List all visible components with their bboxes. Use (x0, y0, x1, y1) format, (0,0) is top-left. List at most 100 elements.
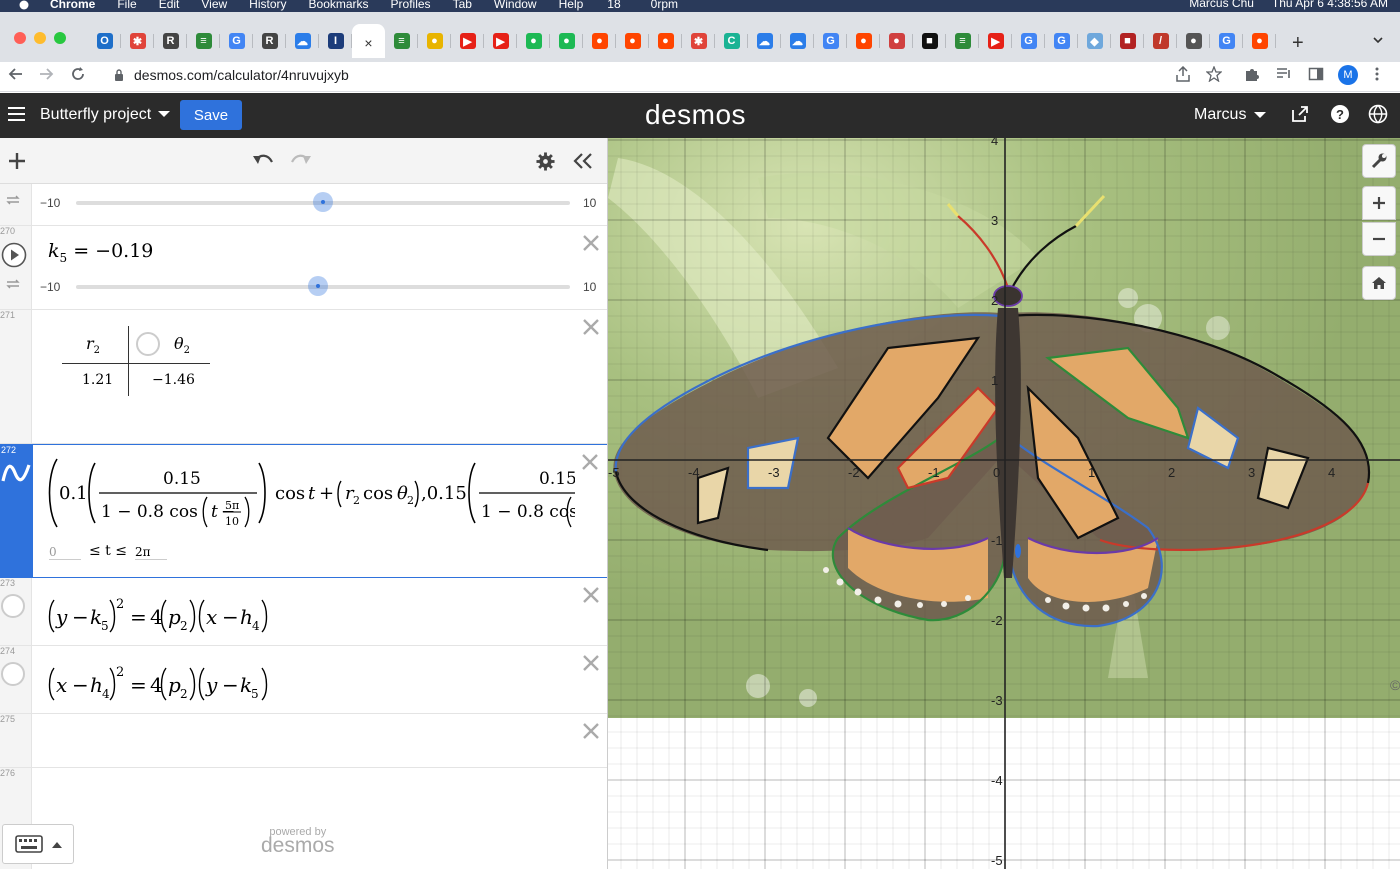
side-panel-icon[interactable] (1308, 66, 1324, 82)
share-icon[interactable] (1176, 66, 1190, 82)
delete-expression-icon[interactable] (582, 654, 600, 672)
apple-icon[interactable] (18, 0, 30, 10)
menu-bookmarks[interactable]: Bookmarks (309, 0, 369, 11)
extensions-puzzle-icon[interactable] (1244, 66, 1260, 82)
color-style-circle[interactable] (1, 594, 25, 618)
loop-icon[interactable] (5, 194, 21, 206)
browser-tab[interactable]: ◆ (1078, 28, 1111, 54)
status-rpm[interactable]: 0rpm (651, 0, 678, 11)
kebab-menu-icon[interactable] (1374, 66, 1380, 82)
loop-icon[interactable] (5, 278, 21, 290)
menu-help[interactable]: Help (559, 0, 584, 11)
lock-icon[interactable] (114, 69, 124, 81)
bookmark-star-icon[interactable] (1206, 66, 1222, 82)
parabola-equation-2[interactable]: x − h 4 2 = 4 p2 y − k5 (44, 656, 284, 702)
browser-tab[interactable]: ▶ (451, 28, 484, 54)
collapse-list-icon[interactable] (572, 152, 594, 170)
table-header-r2[interactable]: r2 (86, 334, 100, 356)
project-title[interactable]: Butterfly project (40, 106, 151, 124)
expression-parametric-wing-spot[interactable]: 272 0.1 0.15 1 − 0.8 cos t − 5π 10 cos t (0, 444, 607, 578)
browser-tab[interactable]: ● (418, 28, 451, 54)
browser-tab[interactable]: O (88, 28, 121, 54)
reading-list-icon[interactable] (1276, 66, 1292, 82)
undo-icon[interactable] (252, 152, 274, 168)
browser-tab[interactable]: ● (550, 28, 583, 54)
browser-tab[interactable]: ● (616, 28, 649, 54)
redo-icon[interactable] (290, 152, 312, 168)
browser-tab[interactable]: G (1045, 28, 1078, 54)
slider-thumb[interactable] (313, 192, 333, 212)
browser-tab[interactable]: G (1210, 28, 1243, 54)
back-arrow-icon[interactable] (8, 66, 24, 82)
hamburger-menu-icon[interactable] (8, 107, 25, 121)
browser-tab[interactable]: ≡ (946, 28, 979, 54)
close-window-button[interactable] (14, 32, 26, 44)
menu-app[interactable]: Chrome (50, 0, 95, 11)
status-user[interactable]: Marcus Chu (1189, 0, 1254, 10)
help-icon[interactable]: ? (1330, 104, 1350, 124)
delete-expression-icon[interactable] (582, 234, 600, 252)
browser-tab[interactable]: ✱ (121, 28, 154, 54)
reload-icon[interactable] (70, 66, 86, 82)
expression-empty[interactable]: 275 (0, 714, 607, 768)
profile-avatar[interactable]: M (1338, 65, 1358, 85)
expression-k5-slider[interactable]: 270 k5 = −0.19 −10 10 (0, 226, 607, 310)
parametric-curve-icon[interactable] (1, 459, 31, 487)
project-caret-icon[interactable] (158, 111, 170, 117)
browser-tab[interactable]: ▶ (484, 28, 517, 54)
table-column-style-circle[interactable] (136, 332, 160, 356)
close-tab-icon[interactable]: × (364, 35, 372, 51)
menu-tab[interactable]: Tab (453, 0, 472, 11)
graph-canvas[interactable]: -5 -4 -3 -2 -1 0 1 2 3 4 4 3 2 1 -1 -2 -3 -4 -5 © (608, 138, 1400, 869)
browser-tab[interactable]: ☁ (748, 28, 781, 54)
url-text[interactable]: desmos.com/calculator/4nruvujxyb (134, 67, 349, 83)
parametric-formula[interactable]: 0.1 0.15 1 − 0.8 cos t − 5π 10 cos t + r… (45, 455, 575, 531)
expression-table-r2-theta2[interactable]: 271 r2 θ2 1.21 −1.46 (0, 310, 607, 444)
keypad-toggle-button[interactable] (2, 824, 74, 864)
delete-expression-icon[interactable] (582, 318, 600, 336)
tab-search-chevron-icon[interactable] (1372, 34, 1384, 46)
settings-gear-icon[interactable] (536, 152, 555, 171)
zoom-out-button[interactable] (1362, 222, 1396, 256)
menu-file[interactable]: File (117, 0, 136, 11)
browser-tab[interactable]: G (220, 28, 253, 54)
graph-settings-button[interactable] (1362, 144, 1396, 178)
menu-profiles[interactable]: Profiles (391, 0, 431, 11)
browser-tab[interactable]: ■ (913, 28, 946, 54)
add-item-icon[interactable] (8, 152, 26, 170)
browser-tab[interactable]: ☁ (781, 28, 814, 54)
slider-thumb[interactable] (308, 276, 329, 296)
delete-expression-icon[interactable] (582, 722, 600, 740)
browser-tab[interactable]: ● (1177, 28, 1210, 54)
browser-tab[interactable]: ▶ (979, 28, 1012, 54)
browser-tab[interactable]: G (814, 28, 847, 54)
language-globe-icon[interactable] (1368, 104, 1388, 124)
color-style-circle[interactable] (1, 662, 25, 686)
address-bar[interactable]: desmos.com/calculator/4nruvujxyb (100, 62, 1230, 88)
forward-arrow-icon[interactable] (38, 66, 54, 82)
status-count[interactable]: 18 (607, 0, 620, 11)
zoom-in-button[interactable] (1362, 186, 1396, 220)
zoom-window-button[interactable] (54, 32, 66, 44)
expression-new[interactable]: 276 (0, 768, 607, 822)
tab-active[interactable]: × (352, 24, 385, 58)
browser-tab[interactable]: R (253, 28, 286, 54)
user-caret-icon[interactable] (1254, 112, 1266, 118)
share-graph-icon[interactable] (1290, 104, 1310, 124)
menu-edit[interactable]: Edit (159, 0, 180, 11)
browser-tab[interactable]: ● (1243, 28, 1276, 54)
parabola-equation-1[interactable]: y − k5 2 = 4 p2 x − h 4 (44, 588, 284, 634)
browser-tab[interactable]: ● (880, 28, 913, 54)
graph-paper[interactable]: -5 -4 -3 -2 -1 0 1 2 3 4 4 3 2 1 -1 -2 -3 -4 -5 © (608, 138, 1400, 869)
domain-min-input[interactable]: 0 (49, 545, 81, 560)
save-button[interactable]: Save (180, 100, 242, 130)
browser-tab[interactable]: ☁ (286, 28, 319, 54)
browser-tab[interactable]: ● (517, 28, 550, 54)
browser-tab[interactable]: / (1144, 28, 1177, 54)
expression-parabola-vertical[interactable]: 274 x − h 4 2 = 4 p2 y − k 5 (0, 646, 607, 714)
expression-parabola-horizontal[interactable]: 273 y − k 5 2 = 4 p2 x − h 4 (0, 578, 607, 646)
browser-tab[interactable]: ● (583, 28, 616, 54)
menu-window[interactable]: Window (494, 0, 537, 11)
browser-tab[interactable]: ✱ (682, 28, 715, 54)
status-clock[interactable]: Thu Apr 6 4:38:56 AM (1272, 0, 1388, 10)
